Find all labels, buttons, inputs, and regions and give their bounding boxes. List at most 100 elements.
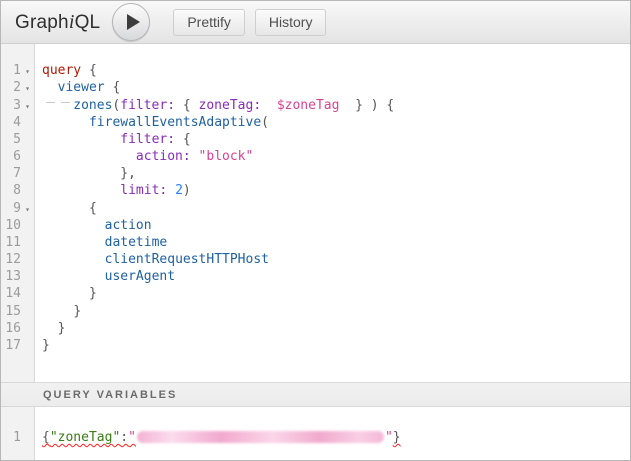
line-number: 12 <box>1 251 21 268</box>
code-token: { <box>42 430 50 445</box>
code-token: "block" <box>199 149 254 164</box>
code-token <box>339 98 355 113</box>
code-line[interactable]: 9▾ { <box>1 200 630 217</box>
code-line[interactable]: 14 } <box>1 285 630 302</box>
history-button[interactable]: History <box>255 9 327 36</box>
line-text: userAgent <box>34 268 175 285</box>
code-token: : <box>120 430 128 445</box>
code-token <box>42 286 89 301</box>
code-token <box>42 252 105 267</box>
line-text: }, <box>34 165 136 182</box>
line-number: 5 <box>1 131 21 148</box>
code-token: 2 <box>175 183 183 198</box>
code-line[interactable]: 2▾ viewer { <box>1 79 630 96</box>
graphiql-logo: GraphiQL <box>15 11 100 34</box>
graphiql-window: GraphiQL Prettify History 1▾query {2▾ vi… <box>0 0 631 461</box>
line-number: 1 <box>1 62 21 79</box>
line-number: 6 <box>1 148 21 165</box>
code-token: { <box>183 98 191 113</box>
code-line[interactable]: 15 } <box>1 303 630 320</box>
code-token: clientRequestHTTPHost <box>105 252 269 267</box>
code-line[interactable]: 12 clientRequestHTTPHost <box>1 251 630 268</box>
code-token: { <box>386 98 394 113</box>
code-token: } <box>42 338 50 353</box>
line-text: action: "block" <box>34 148 253 165</box>
code-token: query <box>42 63 81 78</box>
variables-editor-lines: 1{"zoneTag":""} <box>1 407 630 446</box>
line-number: 8 <box>1 182 21 199</box>
line-number: 17 <box>1 337 21 354</box>
logo-text-ql: QL <box>75 12 101 33</box>
code-line[interactable]: 4 firewallEventsAdaptive( <box>1 114 630 131</box>
code-token: $zoneTag <box>277 98 340 113</box>
code-token: " <box>128 430 136 445</box>
tab-marker <box>58 96 74 109</box>
code-token: ) <box>183 183 191 198</box>
line-number: 11 <box>1 234 21 251</box>
line-text: {"zoneTag":""} <box>34 429 401 446</box>
line-text: } <box>34 337 50 354</box>
line-text: limit: 2) <box>34 182 191 199</box>
line-text: } <box>34 320 65 337</box>
line-number: 1 <box>1 429 21 446</box>
line-text: clientRequestHTTPHost <box>34 251 269 268</box>
line-text: firewallEventsAdaptive( <box>34 114 269 131</box>
query-variables-header[interactable]: QUERY VARIABLES <box>1 382 630 407</box>
fold-arrow-icon[interactable]: ▾ <box>21 201 34 218</box>
logo-text-graph: Graph <box>15 12 69 33</box>
code-token: } <box>355 98 363 113</box>
code-token <box>42 115 89 130</box>
code-line[interactable]: 16 } <box>1 320 630 337</box>
code-token <box>42 201 89 216</box>
code-token <box>175 132 183 147</box>
fold-arrow-icon[interactable]: ▾ <box>21 80 34 97</box>
code-line[interactable]: 1▾query { <box>1 62 630 79</box>
code-token: "zoneTag" <box>50 430 120 445</box>
line-number: 3 <box>1 97 21 114</box>
line-number: 4 <box>1 114 21 131</box>
query-variables-title: QUERY VARIABLES <box>43 389 177 401</box>
code-line[interactable]: 5 filter: { <box>1 131 630 148</box>
fold-arrow-icon[interactable]: ▾ <box>21 98 34 115</box>
query-editor[interactable]: 1▾query {2▾ viewer {3▾zones(filter: { zo… <box>1 44 630 382</box>
code-line[interactable]: 3▾zones(filter: { zoneTag: $zoneTag } ) … <box>1 96 630 113</box>
fold-arrow-icon[interactable]: ▾ <box>21 63 34 80</box>
code-token: ( <box>261 115 269 130</box>
code-token: " <box>385 430 393 445</box>
code-token: zones <box>73 98 112 113</box>
line-text: query { <box>34 62 97 79</box>
line-number: 14 <box>1 285 21 302</box>
code-token: viewer <box>58 80 105 95</box>
line-text: } <box>34 303 81 320</box>
code-token <box>42 321 58 336</box>
code-line[interactable]: 6 action: "block" <box>1 148 630 165</box>
execute-query-button[interactable] <box>112 3 150 41</box>
code-token <box>42 218 105 233</box>
code-token <box>42 132 120 147</box>
prettify-button[interactable]: Prettify <box>173 9 245 36</box>
code-line[interactable]: 1{"zoneTag":""} <box>1 429 630 446</box>
code-token: zoneTag: <box>199 98 262 113</box>
code-line[interactable]: 7 }, <box>1 165 630 182</box>
code-token <box>42 235 105 250</box>
code-line[interactable]: 10 action <box>1 217 630 234</box>
code-token <box>42 149 136 164</box>
code-line[interactable]: 11 datetime <box>1 234 630 251</box>
code-token: } <box>393 430 401 445</box>
code-token <box>191 98 199 113</box>
code-line[interactable]: 8 limit: 2) <box>1 182 630 199</box>
code-token <box>81 63 89 78</box>
code-token: firewallEventsAdaptive <box>89 115 261 130</box>
line-number: 10 <box>1 217 21 234</box>
code-token <box>42 166 120 181</box>
code-token <box>167 183 175 198</box>
code-line[interactable]: 13 userAgent <box>1 268 630 285</box>
code-token <box>42 304 73 319</box>
code-token: } <box>89 286 97 301</box>
code-token: filter: <box>120 132 175 147</box>
code-line[interactable]: 17} <box>1 337 630 354</box>
code-token: }, <box>120 166 136 181</box>
code-token: action <box>105 218 152 233</box>
variables-editor[interactable]: 1{"zoneTag":""} <box>1 407 630 460</box>
code-token: limit: <box>120 183 167 198</box>
